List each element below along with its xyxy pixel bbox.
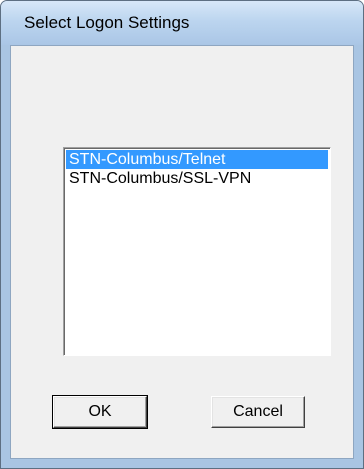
list-item-stn-columbus-ssl-vpn[interactable]: STN-Columbus/SSL-VPN bbox=[66, 169, 328, 188]
ok-button[interactable]: OK bbox=[52, 395, 148, 429]
cancel-button[interactable]: Cancel bbox=[211, 396, 305, 428]
dialog-client-area: STN-Columbus/Telnet STN-Columbus/SSL-VPN… bbox=[10, 45, 354, 459]
window-title: Select Logon Settings bbox=[24, 13, 190, 32]
dialog-window: Select Logon Settings STN-Columbus/Telne… bbox=[0, 0, 364, 469]
logon-settings-listbox[interactable]: STN-Columbus/Telnet STN-Columbus/SSL-VPN bbox=[63, 147, 331, 356]
list-item-stn-columbus-telnet[interactable]: STN-Columbus/Telnet bbox=[66, 150, 328, 169]
title-bar[interactable]: Select Logon Settings bbox=[1, 1, 363, 45]
